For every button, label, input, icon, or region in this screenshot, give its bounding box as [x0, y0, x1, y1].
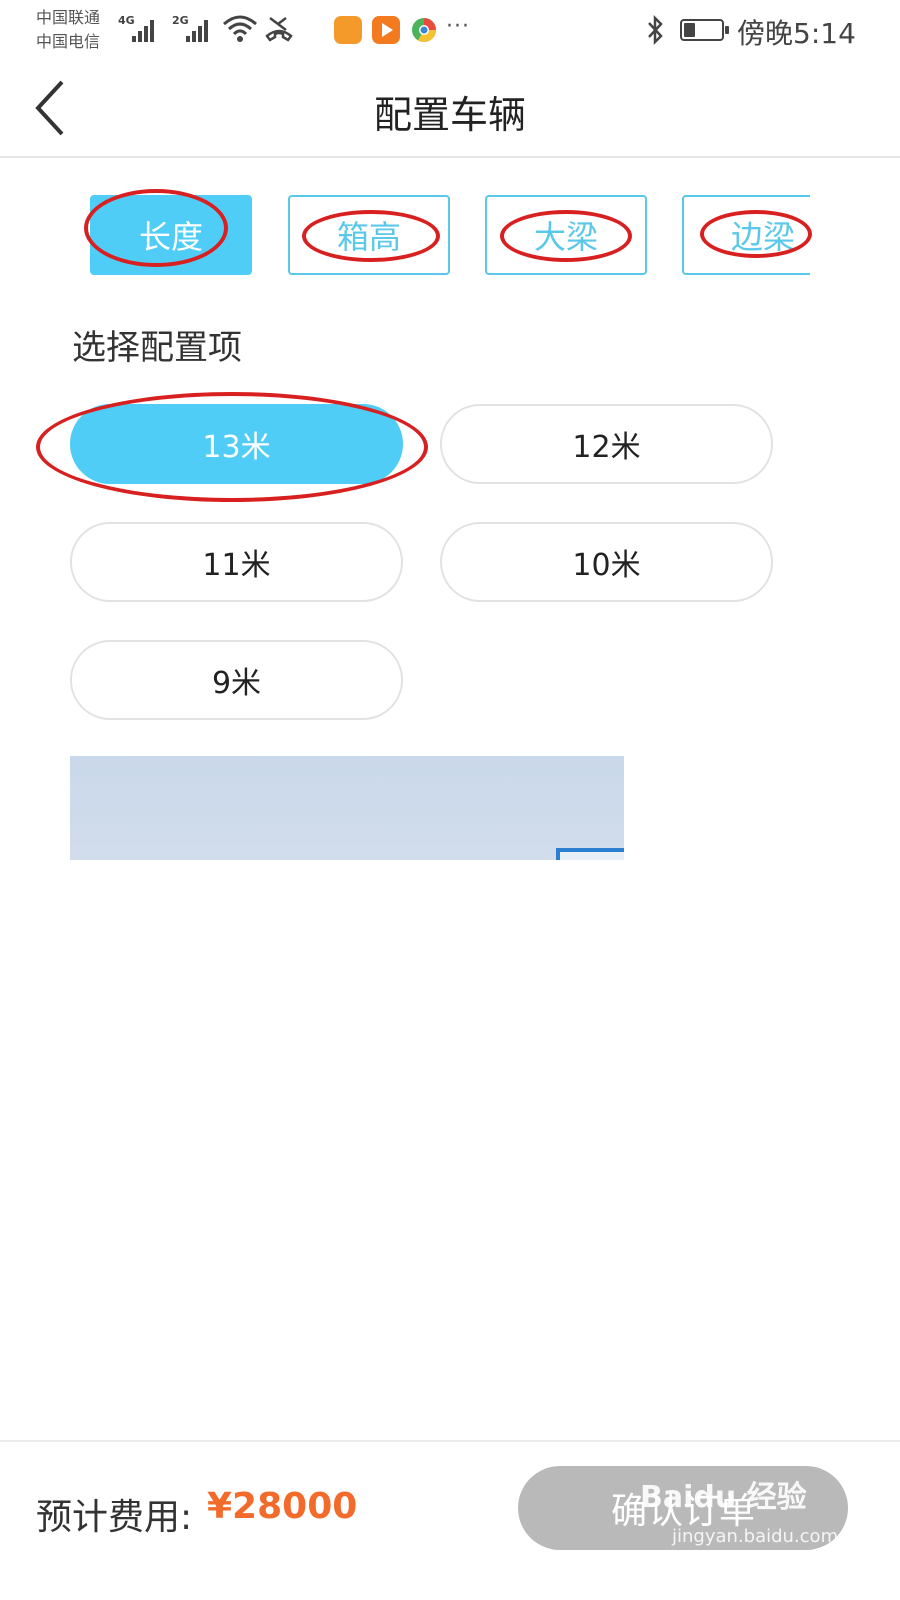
nav-bar: 配置车辆 — [0, 62, 900, 158]
tab-label: 边梁 — [730, 218, 795, 256]
vehicle-photo — [70, 756, 624, 860]
tab-main-beam[interactable]: 大梁 — [485, 195, 647, 275]
call-mute-icon — [265, 17, 293, 42]
option-11m[interactable]: 11米 — [70, 522, 403, 602]
battery-icon — [680, 19, 729, 41]
tab-label: 长度 — [138, 218, 203, 256]
option-label: 9米 — [211, 666, 262, 701]
chrome-like-icon — [412, 18, 436, 43]
page-title: 配置车辆 — [373, 93, 526, 137]
status-bar: 中国联通 中国电信 4G 2G ··· 傍晚5:14 — [0, 0, 900, 62]
clock: 傍晚5:14 — [737, 17, 856, 50]
bottom-bar: 预计费用: ¥28000 确认订单 Baidu 经验 jingyan.baidu… — [0, 1440, 900, 1600]
video-app-icon — [372, 16, 400, 44]
option-9m[interactable]: 9米 — [70, 640, 403, 720]
estimated-cost-value: ¥28000 — [207, 1486, 358, 1527]
screen: 中国联通 中国电信 4G 2G ··· 傍晚5:14 配置车辆 长度 箱高 大梁… — [0, 0, 900, 1600]
baidu-watermark: Baidu 经验 — [640, 1480, 807, 1515]
truck-edge — [556, 848, 624, 860]
carrier-1: 中国联通 — [36, 8, 101, 27]
tab-label: 大梁 — [533, 218, 598, 256]
carrier-names: 中国联通 中国电信 — [36, 6, 100, 54]
option-label: 11米 — [202, 548, 271, 583]
tab-box-height[interactable]: 箱高 — [288, 195, 450, 275]
baidu-watermark-url: jingyan.baidu.com — [672, 1526, 839, 1547]
option-12m[interactable]: 12米 — [440, 404, 773, 484]
option-label: 13米 — [202, 430, 271, 465]
uc-browser-icon — [334, 16, 362, 44]
option-label: 10米 — [572, 548, 641, 583]
bluetooth-icon — [648, 14, 663, 46]
wifi-icon — [223, 15, 257, 42]
estimated-cost-label: 预计费用: — [36, 1497, 193, 1538]
section-title: 选择配置项 — [72, 328, 242, 368]
tab-length[interactable]: 长度 — [90, 195, 252, 275]
option-label: 12米 — [572, 430, 641, 465]
tab-side-beam[interactable]: 边梁 — [682, 195, 810, 275]
more-notifications: ··· — [446, 14, 470, 39]
option-13m[interactable]: 13米 — [70, 404, 403, 484]
option-10m[interactable]: 10米 — [440, 522, 773, 602]
config-tabs: 长度 箱高 大梁 边梁 — [90, 195, 810, 275]
tab-label: 箱高 — [336, 218, 401, 256]
carrier-2: 中国电信 — [36, 32, 101, 51]
